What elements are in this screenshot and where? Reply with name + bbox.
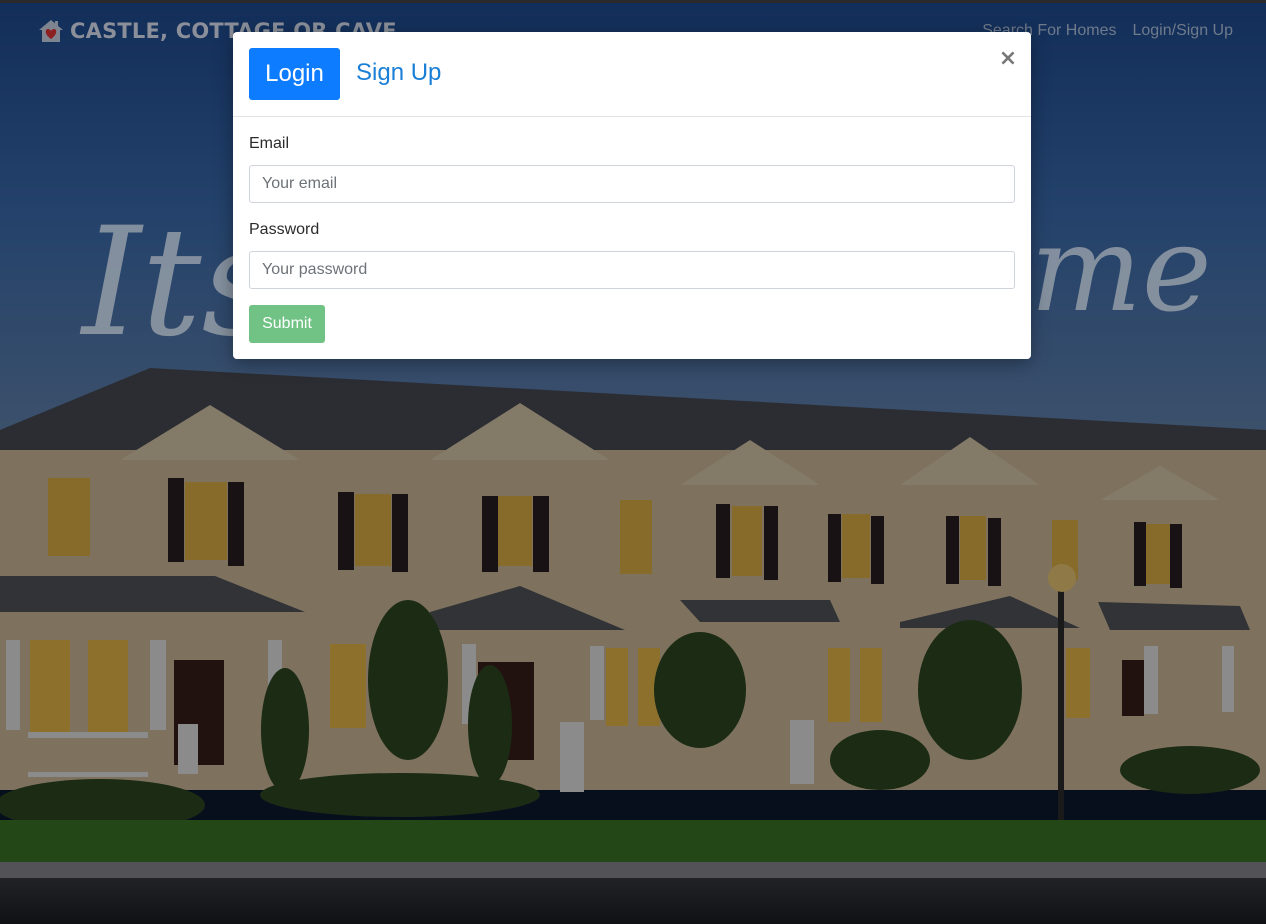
close-icon[interactable]: × (997, 46, 1019, 72)
modal-header: Login Sign Up × (233, 32, 1031, 117)
email-field[interactable] (249, 165, 1015, 203)
submit-button[interactable]: Submit (249, 305, 325, 343)
email-label: Email (249, 135, 290, 152)
password-label: Password (249, 221, 320, 238)
password-field[interactable] (249, 251, 1015, 289)
house-heart-icon (38, 18, 64, 44)
nav-link-login-signup[interactable]: Login/Sign Up (1132, 22, 1233, 40)
login-modal: Login Sign Up × Email Password Submit (233, 32, 1031, 359)
hero-tagline-right: me (1030, 200, 1212, 338)
tab-login[interactable]: Login (249, 48, 340, 100)
tab-signup[interactable]: Sign Up (356, 59, 441, 87)
